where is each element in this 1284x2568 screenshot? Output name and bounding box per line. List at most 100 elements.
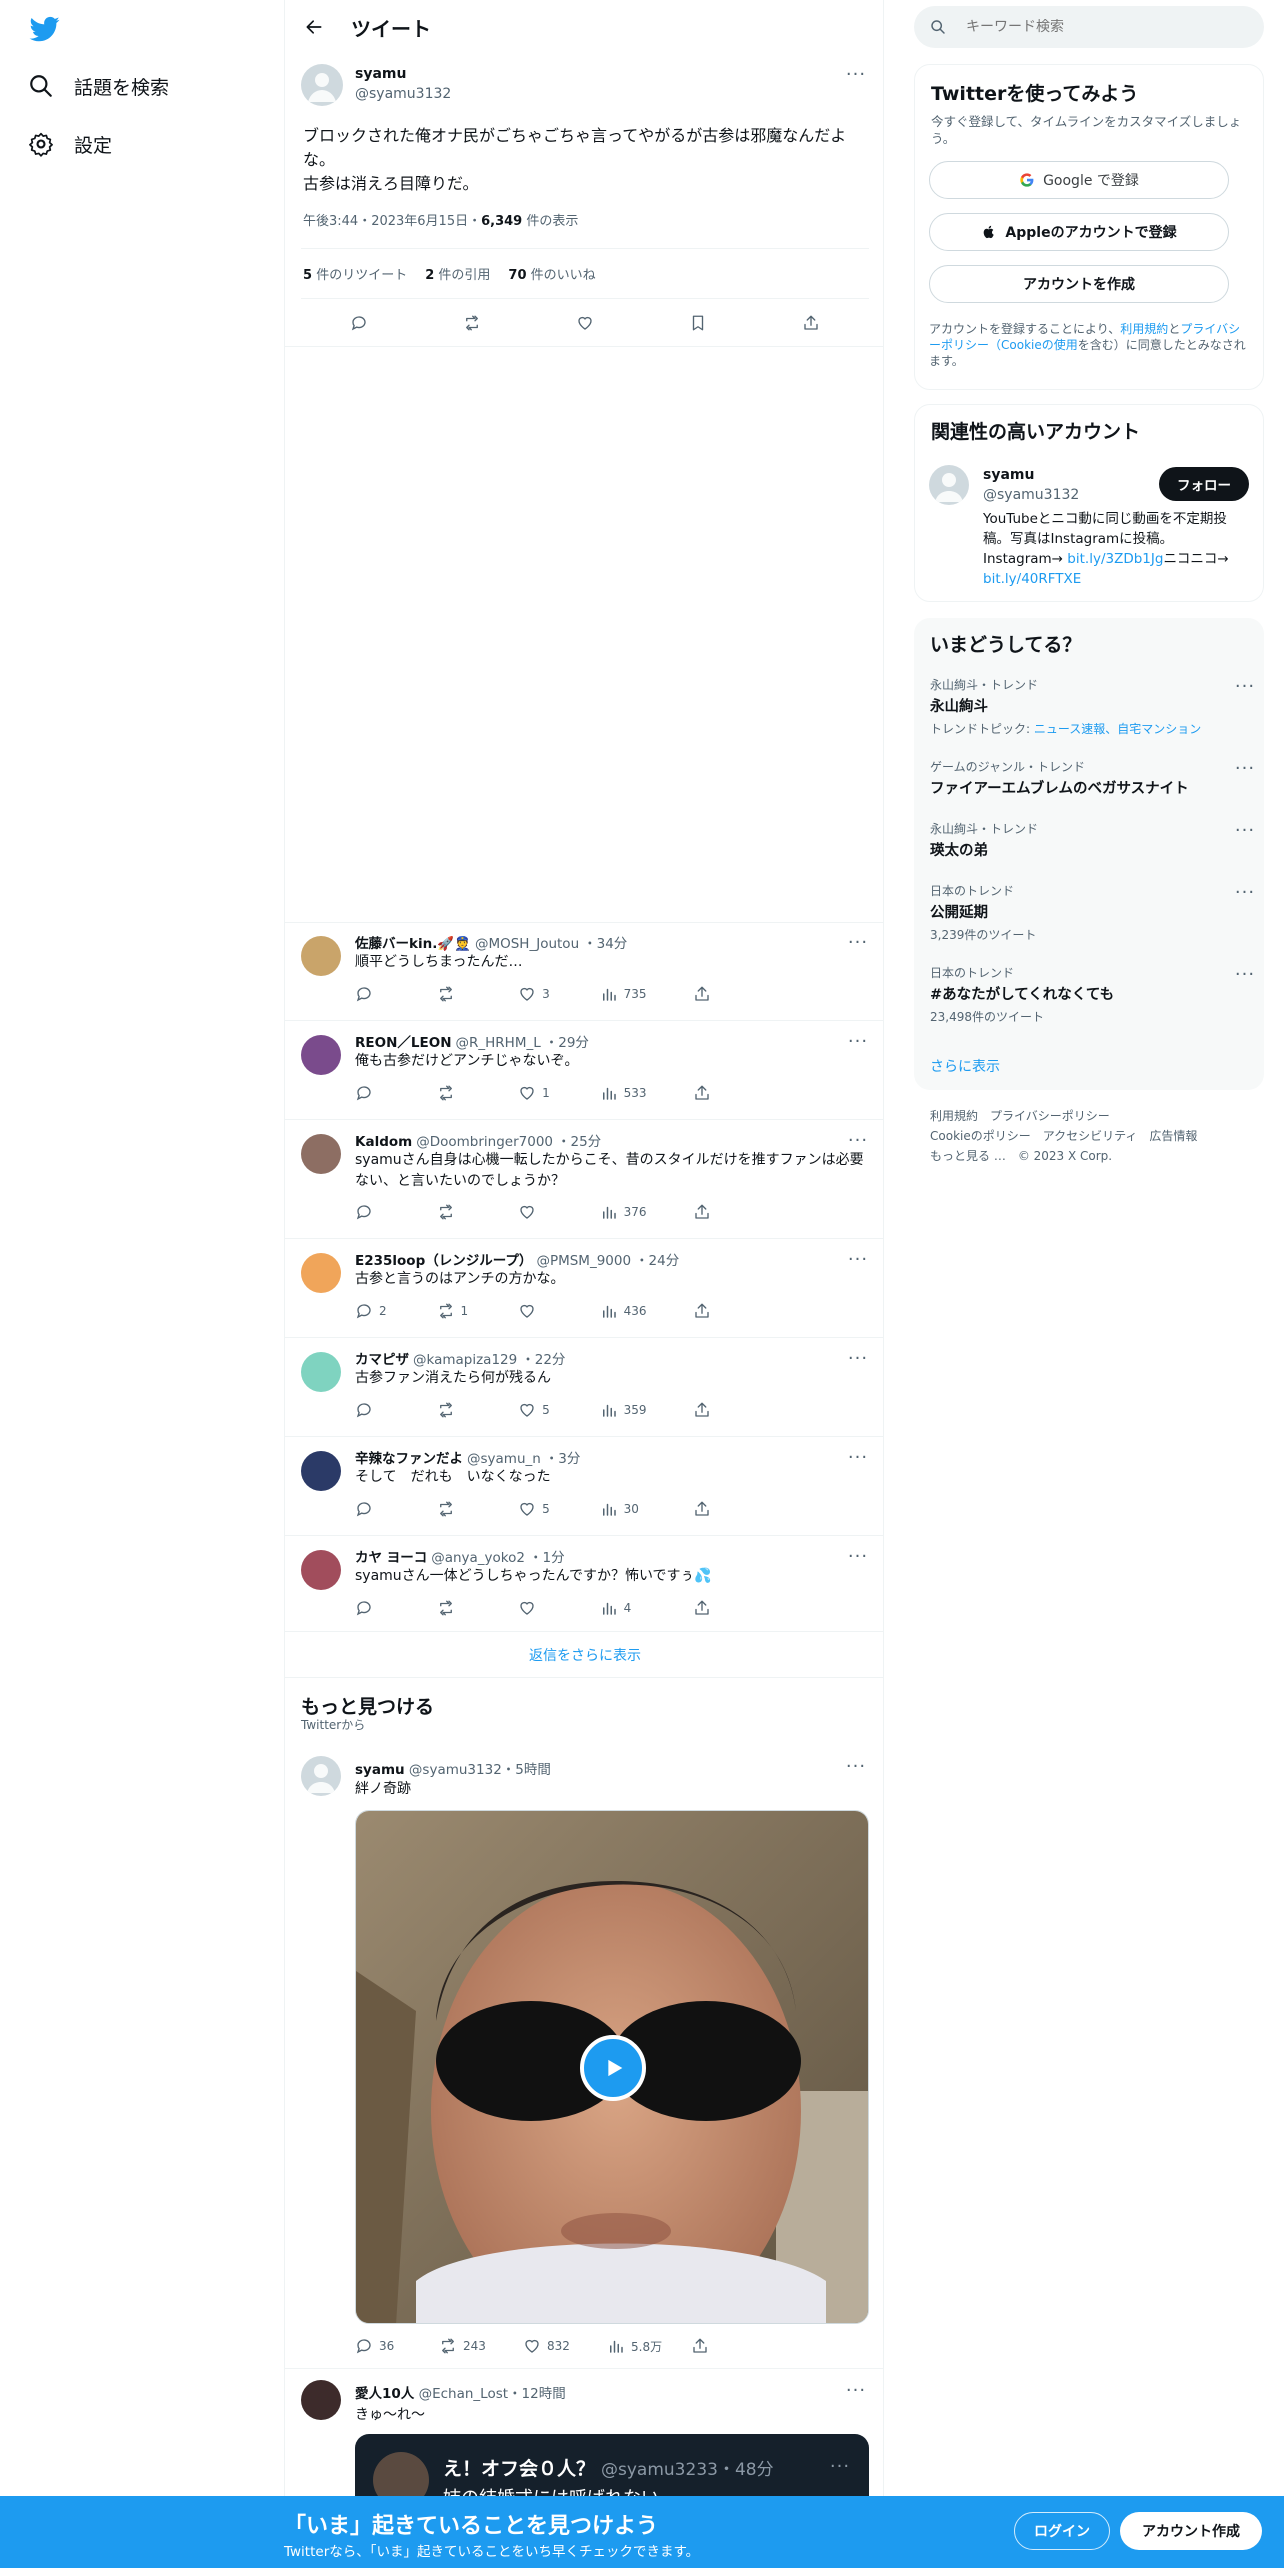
twitter-logo-icon[interactable] bbox=[28, 14, 62, 44]
trend-item[interactable]: 永山絢斗・トレンド 瑛太の弟 ··· bbox=[930, 820, 1254, 860]
more-options-icon[interactable]: ··· bbox=[1232, 882, 1258, 903]
reply-tweet[interactable]: カヤ ヨーコ @anya_yoko2 ・1分 ··· syamuさん一体どうしちゃっ… bbox=[285, 1536, 883, 1632]
reply-icon[interactable]: 2 bbox=[355, 1301, 437, 1321]
share-icon[interactable] bbox=[693, 1499, 775, 1519]
retweet-icon[interactable] bbox=[437, 1083, 519, 1103]
share-icon[interactable] bbox=[693, 1400, 775, 1420]
avatar[interactable] bbox=[301, 2380, 341, 2420]
more-options-icon[interactable]: ··· bbox=[827, 2456, 853, 2477]
cookie-link[interactable]: （Cookieの使用 bbox=[989, 338, 1078, 352]
reply-icon[interactable] bbox=[355, 1598, 437, 1618]
show-more-trends-link[interactable]: さらに表示 bbox=[930, 1056, 1000, 1076]
nav-settings[interactable]: 設定 bbox=[28, 124, 112, 164]
reply-tweet[interactable]: Kaldom @Doombringer7000 ・25分 ··· syamuさん自身… bbox=[285, 1120, 883, 1239]
avatar[interactable] bbox=[301, 1756, 341, 1796]
share-icon[interactable] bbox=[693, 1083, 775, 1103]
more-options-icon[interactable]: ··· bbox=[845, 1249, 871, 1270]
avatar[interactable] bbox=[301, 1253, 341, 1293]
retweet-icon[interactable] bbox=[437, 1400, 519, 1420]
more-options-icon[interactable]: ··· bbox=[845, 1031, 871, 1052]
like-icon[interactable] bbox=[518, 1202, 600, 1222]
reply-tweet[interactable]: REON／LEON @R_HRHM_L ・29分 ··· 俺も古参だけどアンチじゃな… bbox=[285, 1021, 883, 1120]
account-handle[interactable]: @syamu3132 bbox=[983, 487, 1079, 503]
video-thumbnail[interactable] bbox=[355, 1810, 869, 2324]
like-icon[interactable] bbox=[576, 308, 594, 338]
views-icon[interactable]: 533 bbox=[600, 1083, 694, 1103]
footer-more-link[interactable]: もっと見る … bbox=[930, 1149, 1006, 1163]
retweet-icon[interactable] bbox=[437, 984, 519, 1004]
account-name[interactable]: syamu bbox=[983, 467, 1034, 483]
more-options-icon[interactable]: ··· bbox=[1232, 964, 1258, 985]
search-bar[interactable] bbox=[914, 6, 1264, 48]
share-icon[interactable] bbox=[693, 1301, 775, 1321]
like-icon[interactable]: 832 bbox=[523, 2336, 607, 2356]
bookmark-icon[interactable] bbox=[689, 308, 707, 338]
like-icon[interactable]: 1 bbox=[518, 1083, 600, 1103]
like-stat[interactable]: 70 件のいいね bbox=[508, 264, 595, 283]
reply-icon[interactable] bbox=[350, 308, 368, 338]
avatar[interactable] bbox=[301, 936, 341, 976]
quote-stat[interactable]: 2 件の引用 bbox=[425, 264, 490, 283]
more-options-icon[interactable]: ··· bbox=[845, 932, 871, 953]
more-options-icon[interactable]: ··· bbox=[843, 2380, 869, 2401]
retweet-icon[interactable] bbox=[437, 1598, 519, 1618]
share-icon[interactable] bbox=[693, 984, 775, 1004]
footer-privacy-link[interactable]: プライバシーポリシー bbox=[990, 1109, 1110, 1123]
reply-icon[interactable] bbox=[355, 1400, 437, 1420]
retweet-icon[interactable]: 1 bbox=[437, 1301, 519, 1321]
nav-explore[interactable]: 話題を検索 bbox=[28, 66, 169, 106]
google-signup-button[interactable]: Google で登録 bbox=[929, 161, 1229, 199]
like-icon[interactable]: 5 bbox=[518, 1499, 600, 1519]
trend-item[interactable]: ゲームのジャンル・トレンド ファイアーエムブレムのベガサスナイト ··· bbox=[930, 758, 1254, 798]
reply-icon[interactable] bbox=[355, 1202, 437, 1222]
reply-icon[interactable]: 36 bbox=[355, 2336, 439, 2356]
terms-link[interactable]: 利用規約 bbox=[1120, 322, 1168, 336]
like-icon[interactable]: 5 bbox=[518, 1400, 600, 1420]
author-handle[interactable]: @syamu3132 bbox=[355, 86, 451, 102]
like-icon[interactable]: 3 bbox=[518, 984, 600, 1004]
avatar[interactable] bbox=[301, 1550, 341, 1590]
tweet-time[interactable]: 午後3:44・2023年6月15日・ bbox=[303, 214, 481, 229]
more-options-icon[interactable]: ··· bbox=[845, 1348, 871, 1369]
reply-icon[interactable] bbox=[355, 1499, 437, 1519]
like-icon[interactable] bbox=[518, 1598, 600, 1618]
avatar[interactable] bbox=[301, 64, 343, 106]
avatar[interactable] bbox=[301, 1035, 341, 1075]
views-icon[interactable]: 5.8万 bbox=[607, 2336, 691, 2356]
more-options-icon[interactable]: ··· bbox=[845, 1546, 871, 1567]
retweet-icon[interactable] bbox=[463, 308, 481, 338]
views-icon[interactable]: 436 bbox=[600, 1301, 694, 1321]
views-icon[interactable]: 4 bbox=[600, 1598, 694, 1618]
footer-ads-link[interactable]: 広告情報 bbox=[1149, 1129, 1197, 1143]
retweet-icon[interactable] bbox=[437, 1202, 519, 1222]
trend-item[interactable]: 日本のトレンド #あなたがしてくれなくても 23,498件のツイート ··· bbox=[930, 964, 1254, 1025]
more-options-icon[interactable]: ··· bbox=[1232, 676, 1258, 697]
footer-cookie-link[interactable]: Cookieのポリシー bbox=[930, 1129, 1031, 1143]
more-options-icon[interactable]: ··· bbox=[1232, 758, 1258, 779]
back-arrow-icon[interactable] bbox=[297, 10, 331, 44]
login-button[interactable]: ログイン bbox=[1014, 2512, 1110, 2550]
reply-tweet[interactable]: 辛辣なファンだよ @syamu_n ・3分 ··· そして だれも いなくなった 5… bbox=[285, 1437, 883, 1536]
reply-tweet[interactable]: カマピザ @kamapiza129 ・22分 ··· 古参ファン消えたら何が残るん … bbox=[285, 1338, 883, 1437]
more-options-icon[interactable]: ··· bbox=[845, 1447, 871, 1468]
retweet-icon[interactable] bbox=[437, 1499, 519, 1519]
author-name[interactable]: syamu bbox=[355, 66, 406, 82]
more-options-icon[interactable]: ··· bbox=[845, 1130, 871, 1151]
show-more-replies-link[interactable]: 返信をさらに表示 bbox=[285, 1632, 883, 1678]
avatar[interactable] bbox=[929, 465, 969, 505]
views-icon[interactable]: 376 bbox=[600, 1202, 694, 1222]
views-icon[interactable]: 359 bbox=[600, 1400, 694, 1420]
avatar[interactable] bbox=[301, 1352, 341, 1392]
apple-signup-button[interactable]: Appleのアカウントで登録 bbox=[929, 213, 1229, 251]
retweet-stat[interactable]: 5 件のリツイート bbox=[303, 264, 407, 283]
like-icon[interactable] bbox=[518, 1301, 600, 1321]
share-icon[interactable] bbox=[693, 1202, 775, 1222]
reply-icon[interactable] bbox=[355, 1083, 437, 1103]
create-account-button[interactable]: アカウントを作成 bbox=[929, 265, 1229, 303]
reply-icon[interactable] bbox=[355, 984, 437, 1004]
reply-tweet[interactable]: 佐藤バーkin.🚀👮 @MOSH_Joutou ・34分 ··· 順平どうしちまった… bbox=[285, 922, 883, 1021]
share-icon[interactable] bbox=[691, 2336, 775, 2356]
views-icon[interactable]: 30 bbox=[600, 1499, 694, 1519]
share-icon[interactable] bbox=[693, 1598, 775, 1618]
bio-link[interactable]: bit.ly/3ZDb1Jg bbox=[1067, 551, 1163, 567]
